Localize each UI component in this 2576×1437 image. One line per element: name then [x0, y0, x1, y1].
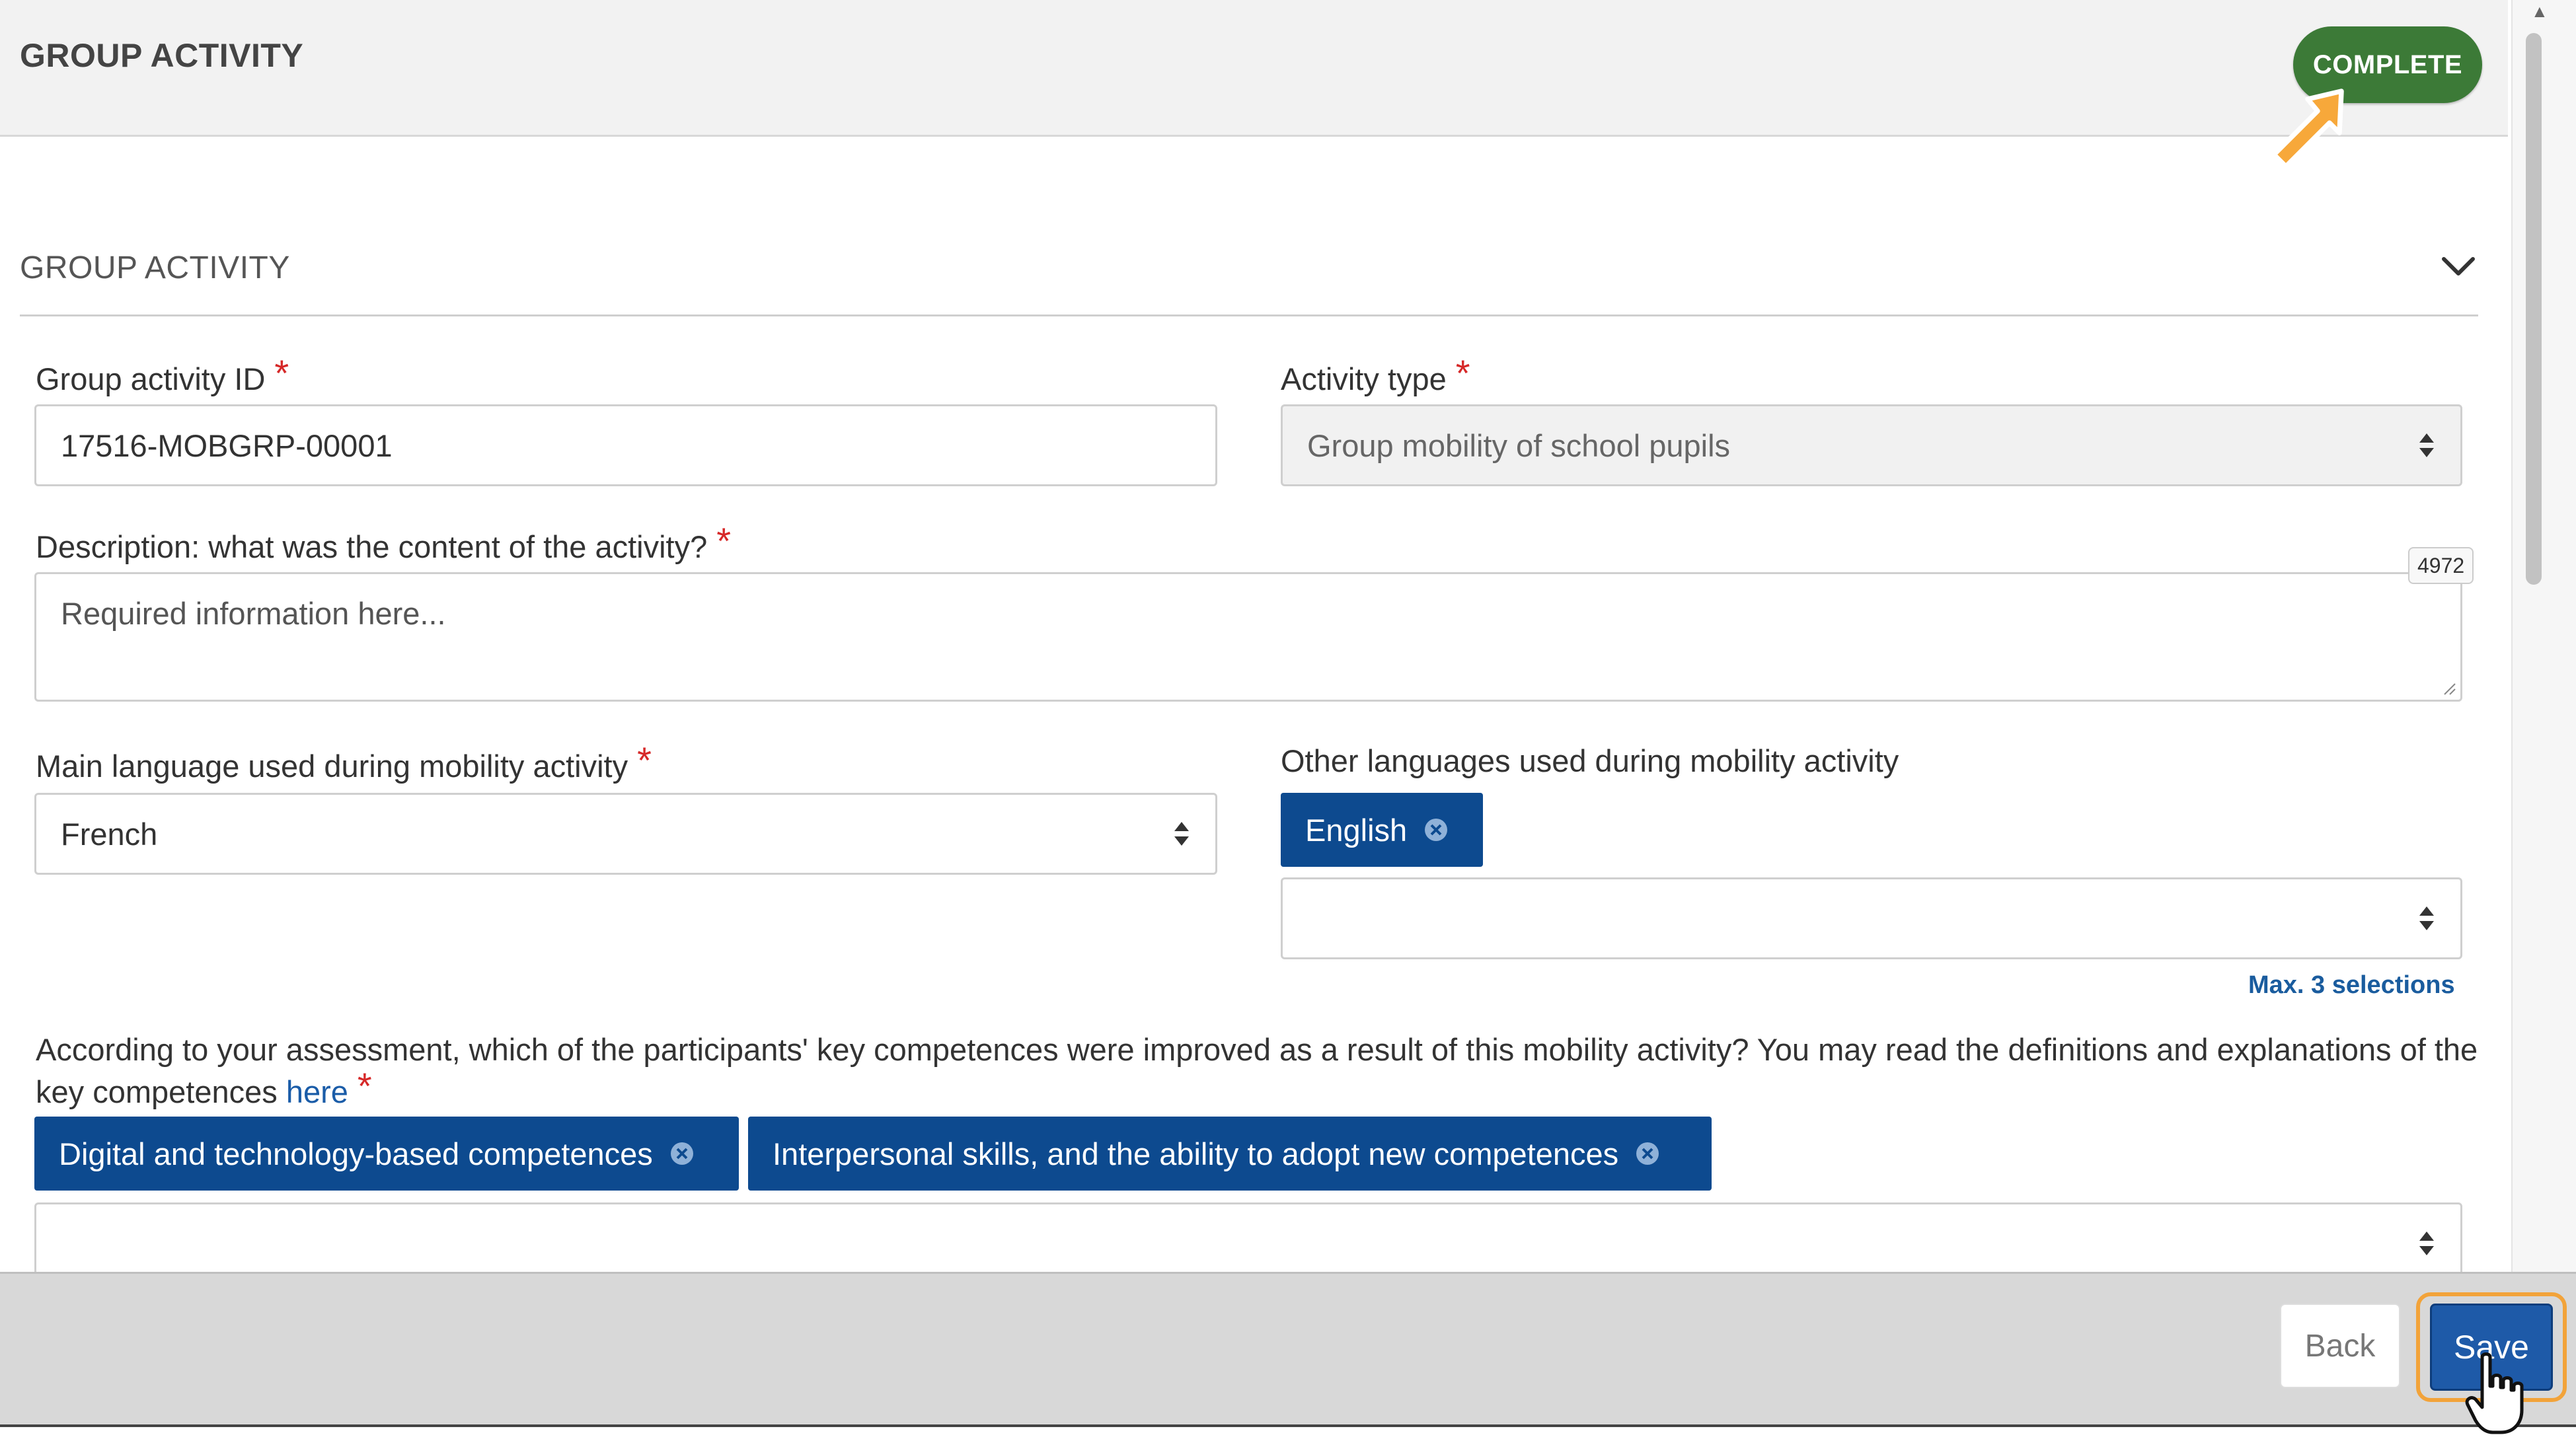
remove-chip-icon[interactable] [1634, 1140, 1661, 1167]
main-language-label: Main language used during mobility activ… [36, 739, 652, 784]
required-marker: * [274, 352, 289, 394]
sort-arrows-icon [2419, 906, 2434, 930]
back-button[interactable]: Back [2280, 1304, 2400, 1388]
required-marker: * [1455, 352, 1470, 394]
activity-type-label: Activity type * [1281, 352, 1470, 396]
sort-arrows-icon [1174, 822, 1189, 846]
group-activity-id-label: Group activity ID * [36, 352, 289, 396]
remove-chip-icon[interactable] [669, 1140, 695, 1167]
form-footer [0, 1272, 2576, 1427]
selected-language-chip: English [1281, 793, 1483, 867]
max-selections-hint: Max. 3 selections [2248, 971, 2455, 999]
group-activity-id-field[interactable]: 17516-MOBGRP-00001 [34, 404, 1217, 486]
scrollbar-thumb[interactable] [2526, 33, 2542, 585]
description-textarea[interactable]: Required information here... [34, 572, 2462, 702]
chevron-down-icon[interactable] [2440, 252, 2477, 281]
remove-chip-icon[interactable] [1423, 817, 1449, 843]
activity-type-select[interactable]: Group mobility of school pupils [1281, 404, 2462, 486]
required-marker: * [637, 739, 652, 781]
required-marker: * [716, 520, 732, 562]
other-languages-select[interactable] [1281, 877, 2462, 959]
hand-cursor-icon [2465, 1352, 2524, 1434]
sort-arrows-icon [2419, 1232, 2434, 1255]
pointer-arrow-icon [2271, 89, 2344, 169]
resize-grip-icon[interactable] [2442, 681, 2456, 696]
section-divider [20, 314, 2478, 316]
competence-chip: Interpersonal skills, and the ability to… [748, 1117, 1712, 1191]
main-language-select[interactable]: French [34, 793, 1217, 875]
page-title: GROUP ACTIVITY [20, 37, 304, 74]
key-competences-label: According to your assessment, which of t… [36, 1032, 2478, 1109]
character-counter: 4972 [2408, 547, 2474, 584]
definitions-link[interactable]: here [286, 1074, 348, 1109]
competence-chip: Digital and technology-based competences [34, 1117, 739, 1191]
description-label: Description: what was the content of the… [36, 520, 732, 564]
required-marker: * [357, 1065, 372, 1107]
scrollbar[interactable] [2511, 0, 2576, 1272]
page-header: GROUP ACTIVITY COMPLETE [0, 0, 2508, 137]
scroll-up-arrow-icon[interactable]: ▲ [2531, 1, 2548, 22]
other-languages-label: Other languages used during mobility act… [1281, 743, 1899, 778]
section-title[interactable]: GROUP ACTIVITY [20, 250, 290, 286]
sort-arrows-icon [2419, 433, 2434, 457]
